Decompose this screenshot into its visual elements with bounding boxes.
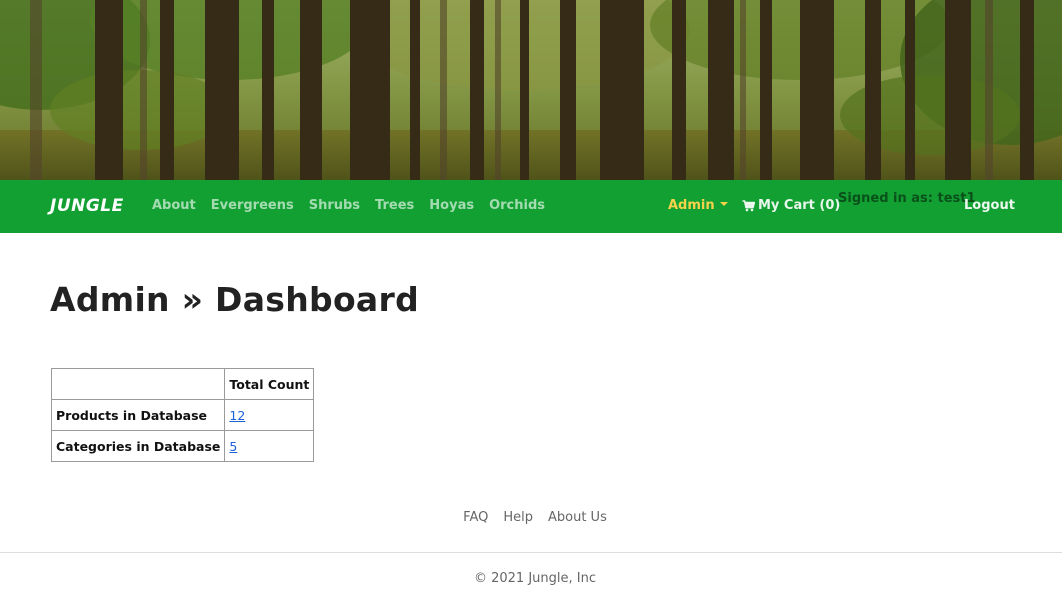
admin-dropdown-toggle[interactable]: Admin — [668, 198, 728, 213]
nav-link-about[interactable]: About — [152, 198, 196, 213]
signed-in-status: Signed in as: test1 — [838, 191, 976, 206]
copyright-text: © 2021 Jungle, Inc — [473, 571, 596, 586]
category-nav: About Evergreens Shrubs Trees Hoyas Orch… — [152, 198, 545, 213]
nav-link-hoyas[interactable]: Hoyas — [429, 198, 474, 213]
footer-divider — [0, 552, 1062, 553]
caret-down-icon — [719, 202, 728, 206]
hero-banner — [0, 0, 1062, 180]
table-header-row: Total Count — [50, 368, 315, 400]
dashboard-counts-table: Total Count Products in Database 12 Cate… — [50, 368, 315, 462]
footer-link-faq[interactable]: FAQ — [463, 510, 488, 525]
footer-link-about-us[interactable]: About Us — [548, 510, 607, 525]
logout-link[interactable]: Logout — [964, 198, 1015, 213]
forest-banner-image — [0, 0, 1062, 180]
footer-link-help[interactable]: Help — [503, 510, 533, 525]
admin-label: Admin — [668, 198, 715, 213]
shopping-cart-icon — [742, 199, 755, 212]
nav-link-shrubs[interactable]: Shrubs — [309, 198, 360, 213]
table-header-total-count: Total Count — [224, 368, 315, 400]
nav-link-orchids[interactable]: Orchids — [489, 198, 545, 213]
table-row: Products in Database 12 — [50, 399, 315, 431]
footer-nav: FAQ Help About Us — [0, 510, 1062, 525]
row-label-products: Products in Database — [50, 399, 226, 431]
table-header-blank-cell — [50, 368, 226, 400]
my-cart-link[interactable]: My Cart (0) — [742, 198, 840, 213]
cart-label: My Cart (0) — [758, 198, 841, 213]
main-navbar: JUNGLE About Evergreens Shrubs Trees Hoy… — [0, 180, 1062, 233]
categories-count-cell: 5 — [224, 430, 315, 462]
row-label-categories: Categories in Database — [50, 430, 226, 462]
categories-count-link[interactable]: 5 — [229, 439, 237, 454]
table-row: Categories in Database 5 — [50, 430, 315, 462]
brand-logo-link[interactable]: JUNGLE — [50, 196, 124, 216]
nav-link-trees[interactable]: Trees — [375, 198, 414, 213]
products-count-cell: 12 — [224, 399, 315, 431]
page-title: Admin » Dashboard — [50, 280, 420, 319]
nav-link-evergreens[interactable]: Evergreens — [211, 198, 294, 213]
products-count-link[interactable]: 12 — [229, 408, 245, 423]
